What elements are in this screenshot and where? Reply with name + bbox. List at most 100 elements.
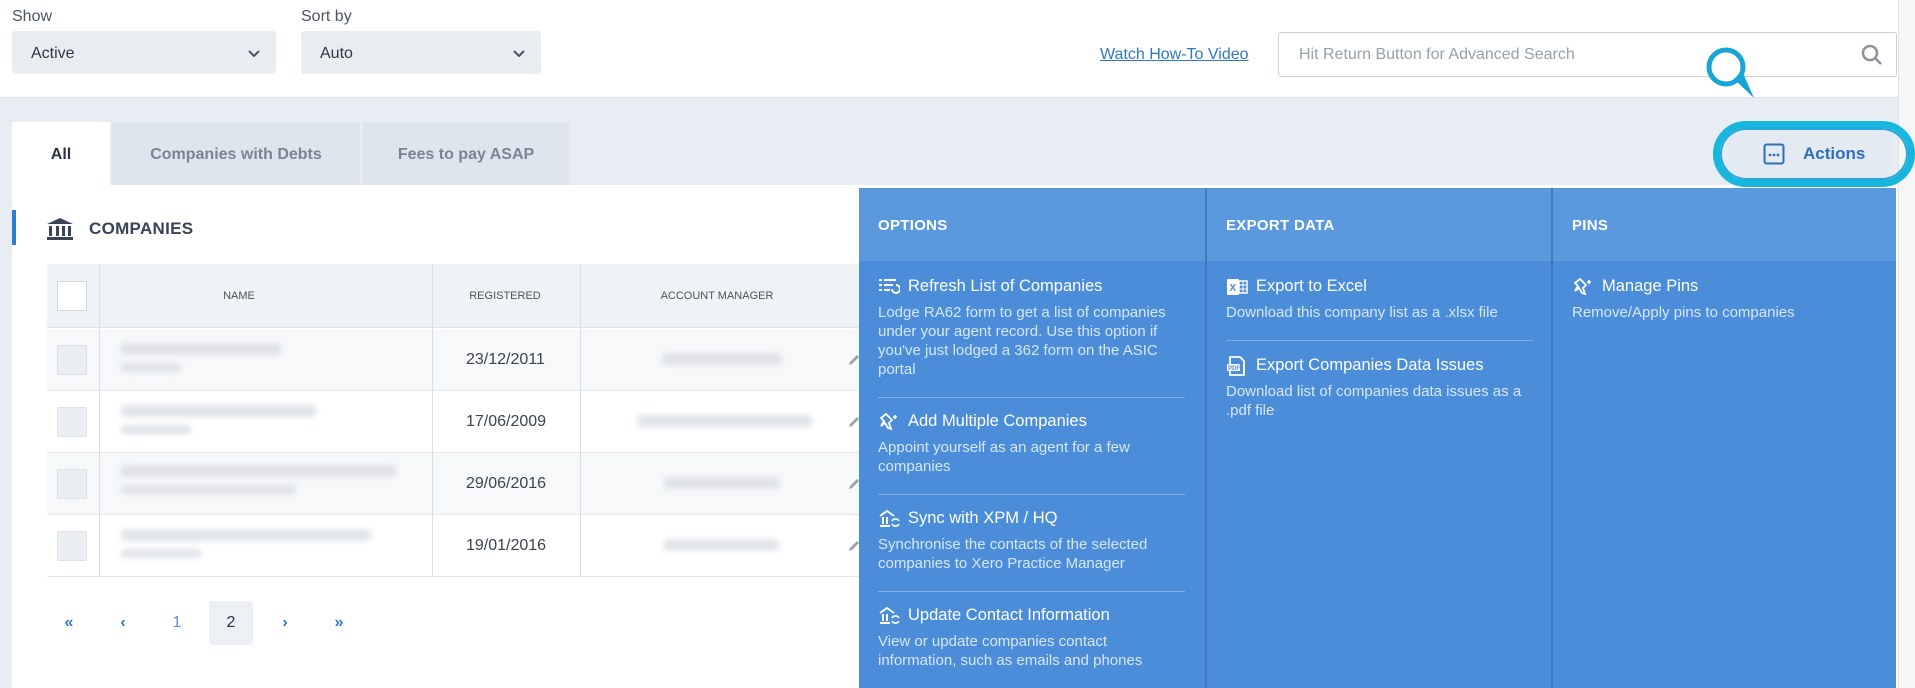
blurred-company-name [121, 405, 316, 417]
menu-item-title: Export to Excel [1256, 277, 1367, 295]
show-select[interactable]: Active [12, 31, 276, 74]
next-page-button[interactable]: › [263, 601, 307, 645]
pin-sparkle-icon [879, 412, 897, 431]
menu-item-description: Synchronise the contacts of the selected… [878, 536, 1148, 572]
blurred-acn [121, 425, 191, 434]
menu-item-sync-xpm[interactable]: Sync with XPM / HQ Synchronise the conta… [878, 508, 1185, 573]
options-column: OPTIONS Refresh List of Companies Lodge … [859, 188, 1205, 688]
registered-date: 19/01/2016 [466, 537, 547, 554]
sync-building-icon [879, 509, 900, 527]
menu-item-description: Download this company list as a .xlsx fi… [1226, 304, 1498, 321]
blurred-acn [121, 549, 201, 558]
how-to-video-link[interactable]: Watch How-To Video [1100, 46, 1249, 64]
table-row[interactable]: 23/12/2011 [47, 329, 862, 391]
search-icon[interactable] [1860, 43, 1884, 67]
column-divider [432, 264, 433, 577]
menu-item-title: Add Multiple Companies [908, 412, 1087, 430]
search-input[interactable]: Hit Return Button for Advanced Search [1278, 32, 1897, 77]
menu-item-description: Lodge RA62 form to get a list of compani… [878, 304, 1166, 378]
excel-icon: X [1227, 279, 1248, 295]
chevron-down-icon [513, 50, 525, 58]
table-row[interactable]: 19/01/2016 [47, 515, 862, 577]
table-header: NAME REGISTERED ACCOUNT MANAGER [47, 264, 862, 328]
chevron-down-icon [248, 50, 260, 58]
bank-icon [47, 218, 73, 240]
blurred-acn [121, 485, 296, 494]
sort-label: Sort by [301, 8, 352, 25]
table-row[interactable]: 17/06/2009 [47, 391, 862, 453]
last-page-button[interactable]: » [317, 601, 361, 645]
page-2-button[interactable]: 2 [209, 601, 253, 645]
tab-all[interactable]: All [12, 122, 110, 185]
menu-item-description: Remove/Apply pins to companies [1572, 304, 1795, 321]
select-all-checkbox[interactable] [57, 281, 87, 311]
menu-separator [878, 591, 1185, 592]
menu-item-export-excel[interactable]: X Export to Excel Download this company … [1226, 276, 1533, 322]
first-page-button[interactable]: « [47, 601, 91, 645]
menu-item-title: Update Contact Information [908, 606, 1110, 624]
menu-item-description: Appoint yourself as an agent for a few c… [878, 439, 1130, 475]
svg-text:X: X [1230, 283, 1237, 294]
blurred-company-name [121, 529, 371, 541]
tab-companies-with-debts[interactable]: Companies with Debts [112, 122, 360, 185]
pins-column: PINS Manage Pins Remove/Apply pins to co… [1553, 188, 1896, 688]
registered-date: 29/06/2016 [466, 475, 547, 492]
row-checkbox[interactable] [57, 469, 87, 499]
menu-item-title: Sync with XPM / HQ [908, 509, 1058, 527]
page-1-button[interactable]: 1 [155, 601, 199, 645]
column-header-registered[interactable]: REGISTERED [433, 290, 577, 302]
menu-item-title: Export Companies Data Issues [1256, 356, 1484, 374]
menu-item-update-contact[interactable]: Update Contact Information View or updat… [878, 605, 1185, 670]
contact-update-icon [879, 606, 900, 624]
menu-separator [1226, 340, 1533, 341]
blurred-company-name [121, 343, 281, 355]
search-placeholder: Hit Return Button for Advanced Search [1299, 46, 1575, 63]
prev-page-button[interactable]: ‹ [101, 601, 145, 645]
export-column: EXPORT DATA X Export to Excel Download t… [1207, 188, 1551, 688]
column-divider [99, 264, 100, 577]
row-checkbox[interactable] [57, 407, 87, 437]
row-checkbox[interactable] [57, 531, 87, 561]
pins-heading: PINS [1553, 188, 1896, 261]
menu-separator [878, 397, 1185, 398]
menu-separator [878, 494, 1185, 495]
sort-select[interactable]: Auto [301, 31, 541, 74]
actions-dropdown-menu: OPTIONS Refresh List of Companies Lodge … [859, 188, 1896, 688]
blurred-account-manager [664, 477, 779, 489]
pdf-icon: PDF [1227, 356, 1245, 376]
registered-date: 23/12/2011 [466, 351, 545, 368]
row-checkbox[interactable] [57, 345, 87, 375]
title-accent-bar [12, 210, 16, 245]
show-select-value: Active [31, 45, 75, 62]
blurred-account-manager [637, 415, 812, 427]
show-label: Show [12, 8, 53, 25]
blurred-acn [121, 363, 181, 372]
export-heading: EXPORT DATA [1207, 188, 1551, 261]
svg-text:PDF: PDF [1228, 366, 1240, 372]
menu-item-title: Refresh List of Companies [908, 277, 1103, 295]
menu-item-manage-pins[interactable]: Manage Pins Remove/Apply pins to compani… [1572, 276, 1879, 322]
blurred-account-manager [662, 353, 782, 365]
sort-select-value: Auto [320, 45, 353, 62]
highlight-ring [1713, 121, 1915, 187]
options-heading: OPTIONS [859, 188, 1205, 261]
column-divider [580, 264, 581, 577]
blurred-company-name [121, 465, 396, 477]
column-header-name[interactable]: NAME [99, 290, 379, 302]
pin-sparkle-icon [1573, 277, 1591, 296]
column-header-account-manager[interactable]: ACCOUNT MANAGER [582, 290, 852, 302]
pointer-marker-icon [1706, 47, 1754, 98]
table-row[interactable]: 29/06/2016 [47, 453, 862, 515]
menu-item-export-data-issues[interactable]: PDF Export Companies Data Issues Downloa… [1226, 355, 1533, 420]
tab-fees-to-pay[interactable]: Fees to pay ASAP [363, 122, 569, 185]
menu-item-refresh-list[interactable]: Refresh List of Companies Lodge RA62 for… [878, 276, 1185, 379]
panel-title: COMPANIES [89, 219, 194, 238]
registered-date: 17/06/2009 [466, 413, 547, 430]
menu-item-description: Download list of companies data issues a… [1226, 383, 1522, 419]
list-refresh-icon [879, 279, 900, 294]
vertical-scrollbar[interactable] [1898, 0, 1915, 688]
blurred-account-manager [664, 539, 779, 551]
menu-item-description: View or update companies contact informa… [878, 633, 1143, 669]
menu-item-title: Manage Pins [1602, 277, 1699, 295]
menu-item-add-multiple[interactable]: Add Multiple Companies Appoint yourself … [878, 411, 1185, 476]
